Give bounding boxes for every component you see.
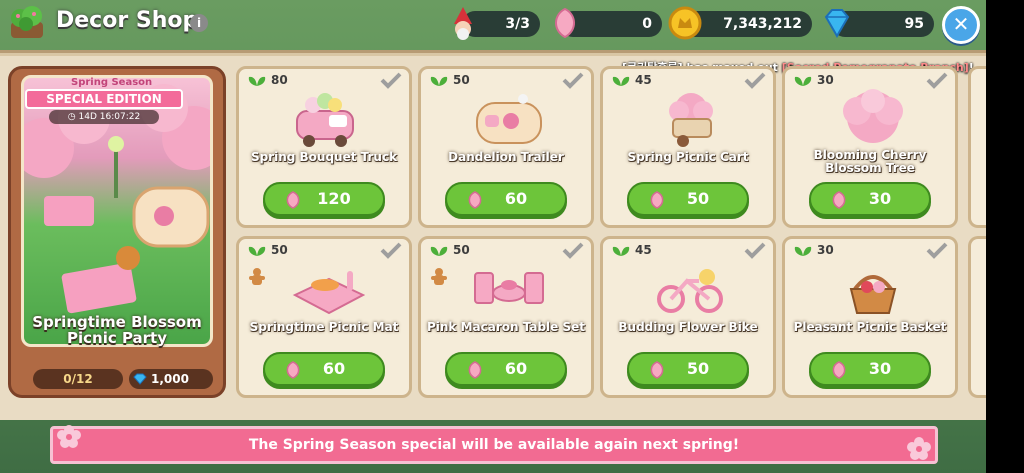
buy-button[interactable]: 120 bbox=[263, 182, 385, 216]
dandelion-trailer-art bbox=[476, 94, 542, 144]
petal-icon bbox=[650, 191, 664, 209]
cherry-blossom-icon bbox=[907, 437, 931, 460]
season-label: Spring Season bbox=[71, 77, 153, 88]
buy-button[interactable]: 60 bbox=[445, 182, 567, 216]
item-level: 45 bbox=[635, 73, 652, 87]
item-name: Spring Picnic Cart bbox=[627, 150, 749, 164]
item-name: Blooming Cherry Blossom Tree bbox=[813, 148, 927, 175]
petal-icon bbox=[832, 361, 846, 379]
shop-item-card[interactable]: 50 Pink Macaron Table Set 60 bbox=[418, 236, 594, 398]
item-name: Pink Macaron Table Set bbox=[426, 320, 585, 334]
item-level: 30 bbox=[817, 243, 834, 257]
cherry-blossom-icon bbox=[57, 425, 81, 448]
item-level: 80 bbox=[271, 73, 288, 87]
decor-shop-icon bbox=[11, 6, 43, 38]
item-name: Springtime Picnic Mat bbox=[249, 320, 399, 334]
screen-edge bbox=[986, 0, 1024, 473]
shop-item-card-partial[interactable] bbox=[968, 66, 986, 228]
petal-icon bbox=[286, 191, 300, 209]
set-progress: 0/12 bbox=[33, 369, 123, 389]
item-name: Spring Bouquet Truck bbox=[250, 150, 398, 164]
gingerbread-cookie-icon bbox=[431, 268, 447, 285]
item-name: Dandelion Trailer bbox=[448, 150, 564, 164]
stamina-value: 3/3 bbox=[505, 16, 530, 32]
item-level: 30 bbox=[817, 73, 834, 87]
coin-value: 7,343,212 bbox=[723, 16, 802, 32]
owned-check-icon bbox=[562, 72, 584, 89]
item-name: Pleasant Picnic Basket bbox=[793, 320, 947, 334]
owned-check-icon bbox=[562, 242, 584, 259]
coin-icon bbox=[668, 6, 702, 40]
gnome-icon bbox=[454, 7, 472, 40]
close-button[interactable]: ✕ bbox=[942, 6, 980, 44]
buy-button[interactable]: 50 bbox=[627, 182, 749, 216]
petal-icon bbox=[468, 191, 482, 209]
season-info-banner: The Spring Season special will be availa… bbox=[50, 426, 938, 464]
buy-button[interactable]: 30 bbox=[809, 182, 931, 216]
diamond-icon bbox=[133, 373, 147, 385]
top-bar: Decor Shop i 3/3 0 7,343,212 95 ✕ bbox=[0, 0, 986, 48]
shop-item-card[interactable]: 50 Dandelion Trailer 60 bbox=[418, 66, 594, 228]
petal-icon bbox=[832, 191, 846, 209]
owned-check-icon bbox=[926, 242, 948, 259]
owned-check-icon bbox=[744, 242, 766, 259]
buy-button[interactable]: 50 bbox=[627, 352, 749, 386]
pink-macaron-table-set-art bbox=[474, 272, 544, 304]
shop-item-card[interactable]: 50 Springtime Picnic Mat 60 bbox=[236, 236, 412, 398]
page-title: Decor Shop bbox=[56, 8, 199, 33]
buy-button[interactable]: 60 bbox=[263, 352, 385, 386]
budding-flower-bike-art bbox=[657, 269, 723, 313]
item-name: Budding Flower Bike bbox=[618, 320, 758, 334]
petal-icon bbox=[286, 361, 300, 379]
gingerbread-cookie-icon bbox=[249, 268, 265, 285]
featured-set-card[interactable]: Spring Season SPECIAL EDITION ◷ 14D 16:0… bbox=[8, 66, 226, 398]
shop-item-card[interactable]: 30 Blooming Cherry Blossom Tree 30 bbox=[782, 66, 958, 228]
owned-check-icon bbox=[380, 72, 402, 89]
shop-item-card[interactable]: 30 Pleasant Picnic Basket 30 bbox=[782, 236, 958, 398]
shop-item-card[interactable]: 45 Budding Flower Bike 50 bbox=[600, 236, 776, 398]
petal-value: 0 bbox=[642, 16, 652, 32]
special-edition-banner: SPECIAL EDITION bbox=[25, 89, 183, 109]
owned-check-icon bbox=[926, 72, 948, 89]
springtime-picnic-mat-art bbox=[292, 271, 365, 315]
petal-icon bbox=[650, 361, 664, 379]
shop-item-card-partial[interactable] bbox=[968, 236, 986, 398]
owned-check-icon bbox=[744, 72, 766, 89]
buy-button[interactable]: 60 bbox=[445, 352, 567, 386]
clock-icon: ◷ bbox=[67, 112, 76, 122]
timer-value: 14D 16:07:22 bbox=[78, 112, 141, 122]
spring-bouquet-truck-art bbox=[296, 93, 354, 147]
cherry-blossom-tree-art bbox=[843, 89, 903, 143]
gem-value: 95 bbox=[904, 16, 924, 32]
shop-item-card[interactable]: 80 Spring Bouquet Truck 120 bbox=[236, 66, 412, 228]
item-level: 45 bbox=[635, 243, 652, 257]
shop-item-card[interactable]: 45 Spring Picnic Cart 50 bbox=[600, 66, 776, 228]
pleasant-picnic-basket-art bbox=[849, 275, 897, 314]
spring-picnic-cart-art bbox=[669, 93, 713, 147]
featured-set-name: Springtime Blossom Picnic Party bbox=[32, 313, 202, 347]
buy-button[interactable]: 30 bbox=[809, 352, 931, 386]
diamond-icon bbox=[824, 9, 850, 38]
game-screen: Decor Shop i 3/3 0 7,343,212 95 ✕ Spring… bbox=[0, 0, 1024, 473]
item-level: 50 bbox=[271, 243, 288, 257]
countdown-timer: ◷ 14D 16:07:22 bbox=[49, 110, 159, 124]
item-level: 50 bbox=[453, 73, 470, 87]
petal-icon bbox=[555, 7, 575, 39]
info-icon[interactable]: i bbox=[190, 14, 208, 32]
item-level: 50 bbox=[453, 243, 470, 257]
petal-icon bbox=[468, 361, 482, 379]
owned-check-icon bbox=[380, 242, 402, 259]
